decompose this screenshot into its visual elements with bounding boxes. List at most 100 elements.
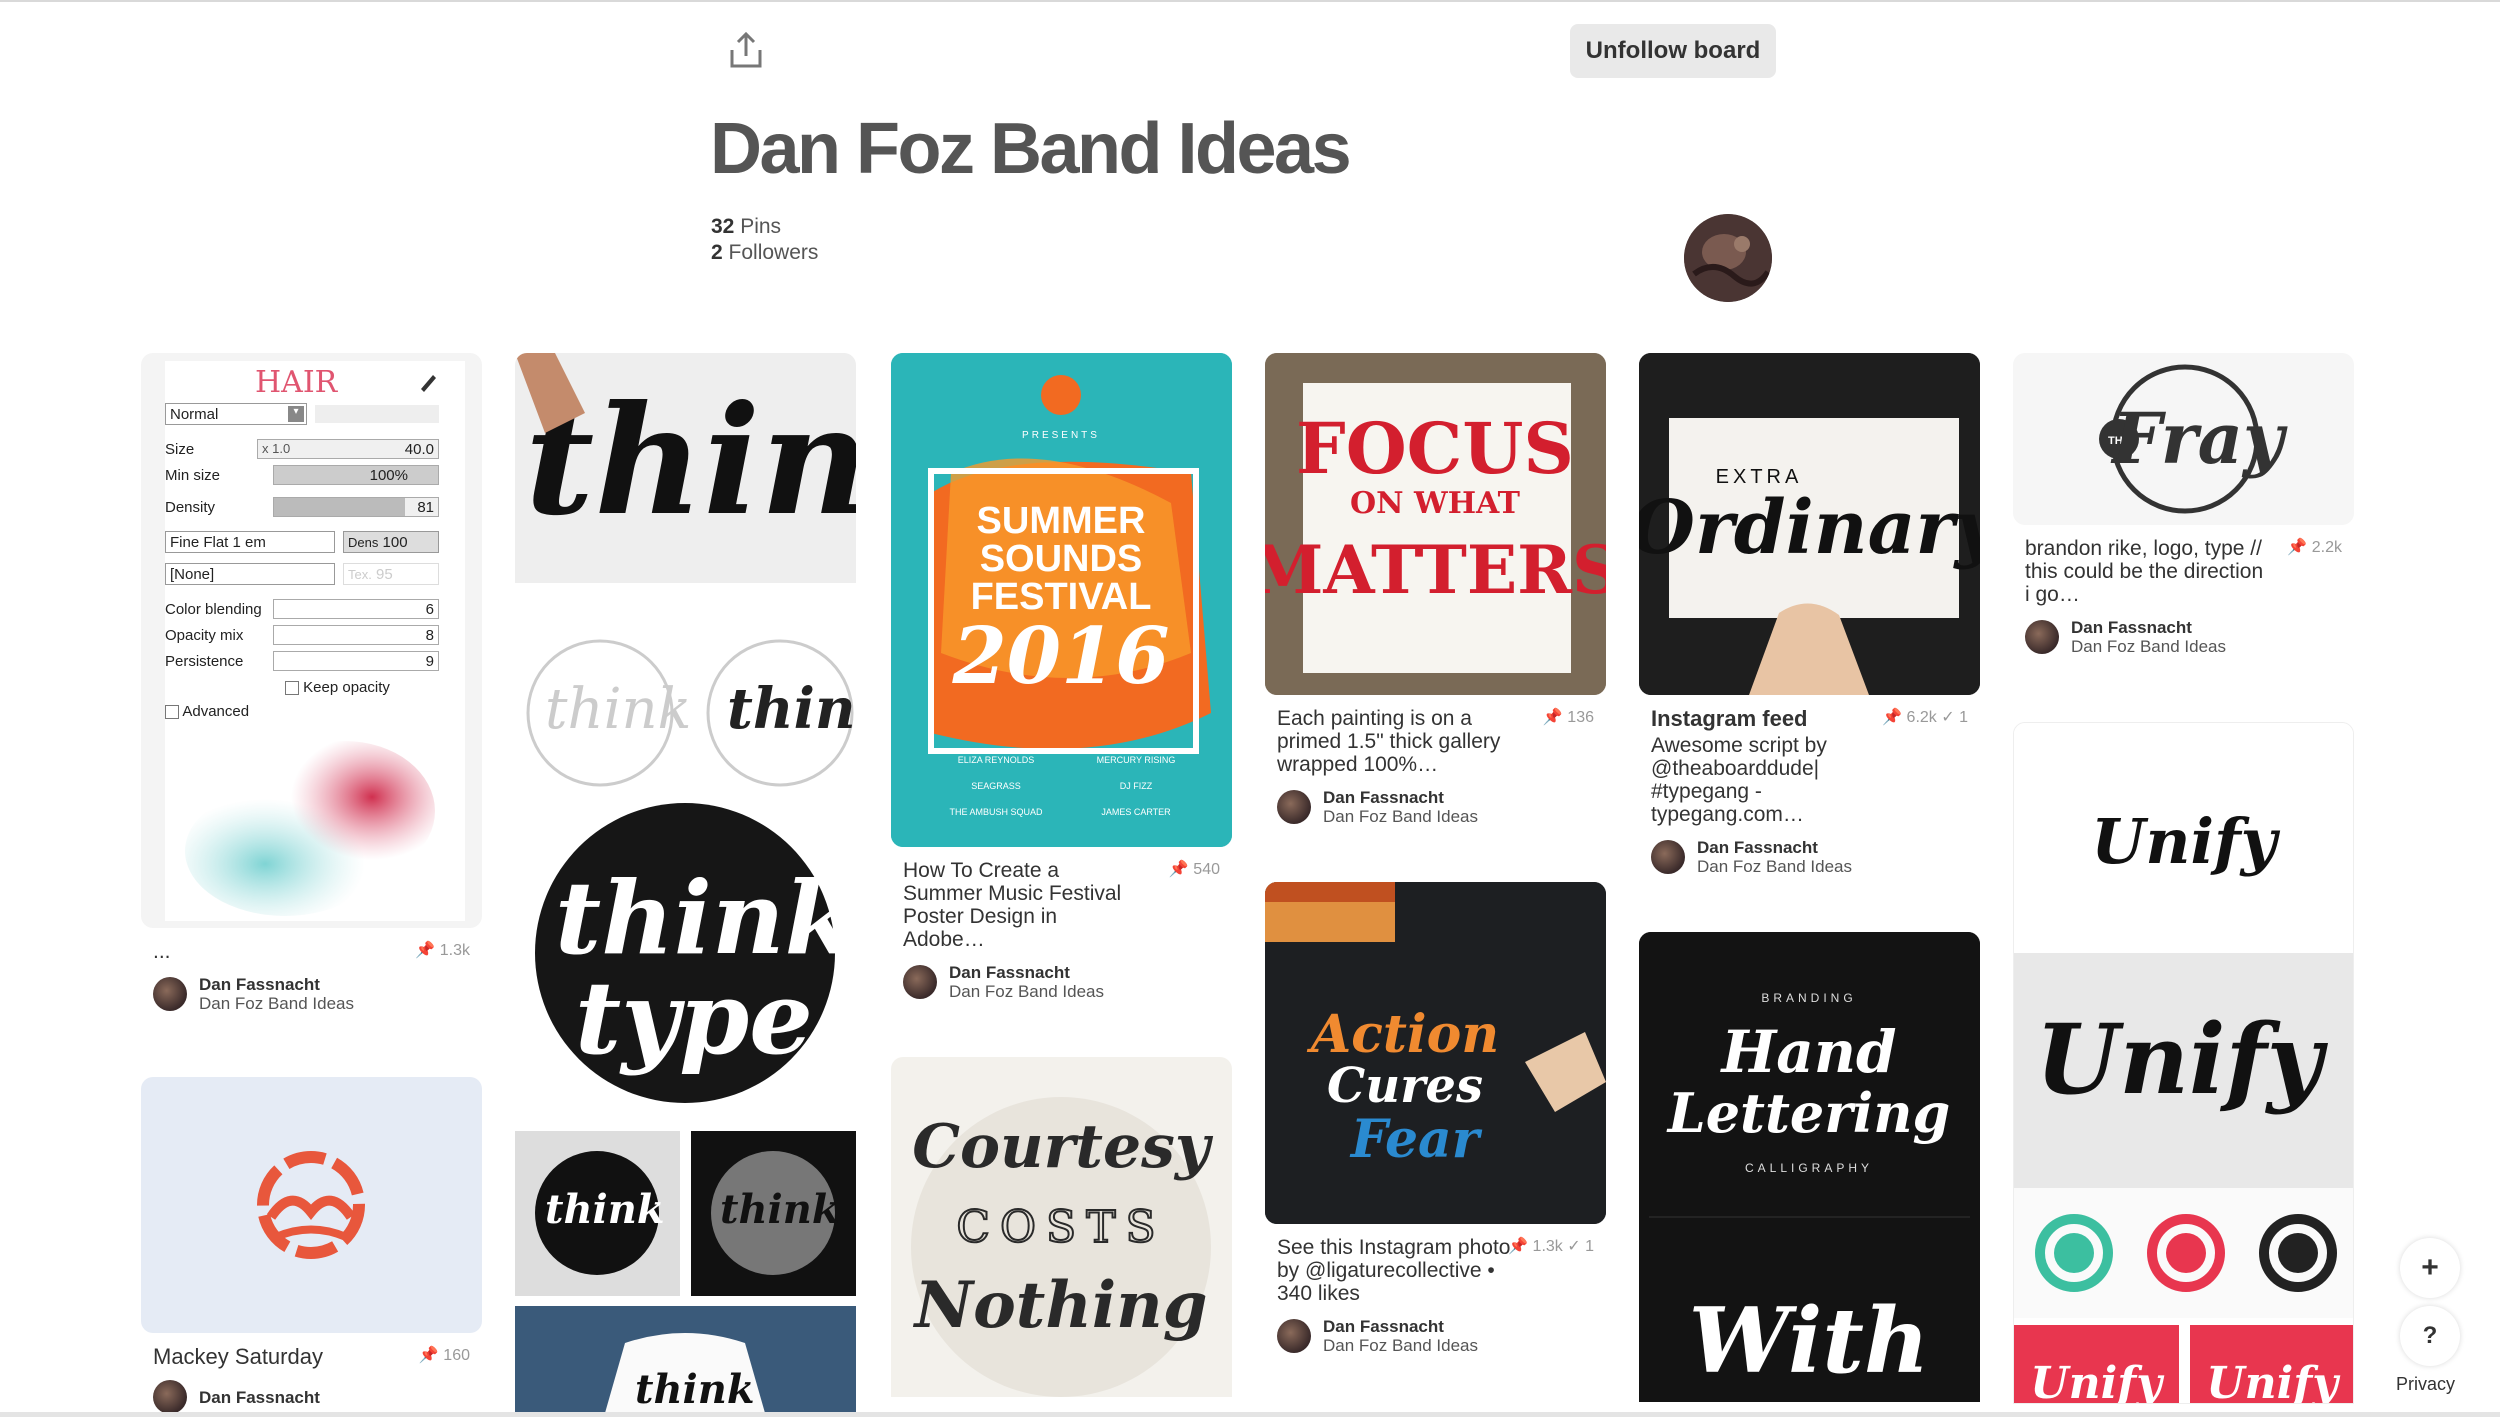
dens-field[interactable]: Dens 100 bbox=[343, 531, 439, 553]
pinner-attribution[interactable]: Dan Fassnacht Dan Foz Band Ideas bbox=[1277, 1305, 1594, 1355]
board-title: Dan Foz Band Ideas bbox=[710, 109, 1352, 189]
pin-image[interactable] bbox=[141, 1077, 482, 1333]
pins-count: 32 bbox=[711, 215, 735, 238]
pin-summer-sounds[interactable]: PRESENTS SUMMER SOUNDS FESTIVAL 2016 ELI… bbox=[891, 353, 1232, 1001]
art-bottom: CALLIGRAPHY bbox=[1745, 1161, 1873, 1175]
pinner-attribution[interactable]: Dan Fassnacht Dan Foz Band Ideas bbox=[1277, 776, 1594, 826]
pin-extra-ordinary[interactable]: EXTRA Ordinary Instagram feed 📌 6.2k ✓ 1… bbox=[1639, 353, 1980, 876]
repin-count: 📌 6.2k ✓ 1 bbox=[1882, 709, 1968, 726]
pin-description[interactable]: ... bbox=[153, 928, 393, 963]
pinner-attribution[interactable]: Dan Fassnacht Dan Foz Band Ideas bbox=[2025, 606, 2342, 656]
pin-image[interactable]: Unify Unify Unify Unify bbox=[2013, 722, 2354, 1404]
board-owner-avatar[interactable] bbox=[1684, 214, 1772, 302]
art-top: BRANDING bbox=[1761, 991, 1856, 1005]
pin-image[interactable]: PRESENTS SUMMER SOUNDS FESTIVAL 2016 ELI… bbox=[891, 353, 1232, 847]
pin-image[interactable]: FOCUS ON WHAT MATTERS bbox=[1265, 353, 1606, 695]
pin-description[interactable]: brandon rike, logo, type // this could b… bbox=[2025, 525, 2265, 606]
pin-image[interactable]: Courtesy COSTS Nothing bbox=[891, 1057, 1232, 1397]
min-size-label: Min size bbox=[165, 467, 221, 484]
art-word-large: Unify bbox=[2035, 1003, 2328, 1116]
pin-action-cures-fear[interactable]: Action Cures Fear See this Instagram pho… bbox=[1265, 882, 1606, 1355]
board-stats: 32 Pins 2 Followers bbox=[711, 214, 818, 266]
color-blending-label: Color blending bbox=[165, 601, 262, 618]
pin-description[interactable]: Each painting is on a primed 1.5" thick … bbox=[1277, 695, 1517, 776]
tex-label: Tex. bbox=[348, 567, 372, 582]
art-line2: Lettering bbox=[1666, 1081, 1951, 1145]
pin-unify[interactable]: Unify Unify Unify Unify bbox=[2013, 722, 2354, 1404]
pin-courtesy[interactable]: Courtesy COSTS Nothing bbox=[891, 1057, 1232, 1397]
poster-line1: SUMMER bbox=[977, 500, 1146, 542]
pinner-attribution[interactable]: Dan Fassnacht Dan Foz Band Ideas bbox=[903, 951, 1220, 1001]
pin-meta: Each painting is on a primed 1.5" thick … bbox=[1265, 695, 1606, 826]
pin-title[interactable]: Instagram feed bbox=[1651, 695, 1891, 730]
blend-mode-value: Normal bbox=[170, 406, 219, 423]
pin-image[interactable]: HAIR Normal ▾ Size x 1.0 40.0 Min size 10… bbox=[141, 353, 482, 928]
texture-select[interactable]: Fine Flat 1 em bbox=[165, 531, 335, 553]
pinner-attribution[interactable]: Dan Fassnacht Dan Foz Band Ideas bbox=[153, 963, 470, 1013]
pin-description[interactable]: See this Instagram photo by @ligaturecol… bbox=[1277, 1224, 1517, 1305]
repin-value: 136 bbox=[1567, 709, 1594, 726]
share-icon[interactable] bbox=[728, 30, 764, 70]
persistence-value: 9 bbox=[425, 653, 434, 670]
pinner-name: Dan Fassnacht bbox=[1697, 838, 1818, 857]
advanced-checkbox[interactable]: Advanced bbox=[165, 703, 249, 720]
pin-the-fray[interactable]: THE Fray brandon rike, logo, type // thi… bbox=[2013, 353, 2354, 656]
size-slider[interactable]: x 1.0 40.0 bbox=[257, 439, 439, 459]
advanced-label: Advanced bbox=[182, 703, 250, 720]
pin-column-4: FOCUS ON WHAT MATTERS Each painting is o… bbox=[1265, 353, 1606, 1355]
repin-count: 📌 1.3k ✓ 1 bbox=[1508, 1238, 1594, 1255]
pins-stat[interactable]: 32 Pins bbox=[711, 214, 818, 240]
density-label: Density bbox=[165, 499, 216, 516]
opacity-mix-slider[interactable]: 8 bbox=[273, 625, 439, 645]
pin-hand-lettering[interactable]: BRANDING Hand Lettering CALLIGRAPHY With bbox=[1639, 932, 1980, 1402]
repin-value: 2.2k bbox=[2311, 539, 2342, 556]
unfollow-board-button[interactable]: Unfollow board bbox=[1570, 24, 1776, 78]
texture-value: Fine Flat 1 em bbox=[170, 534, 266, 551]
density-value: 81 bbox=[417, 499, 434, 516]
pin-image[interactable]: think think think think type think think bbox=[515, 353, 856, 1413]
pinner-attribution[interactable]: Dan Fassnacht bbox=[153, 1368, 470, 1414]
brush-title: HAIR bbox=[255, 365, 338, 400]
privacy-link[interactable]: Privacy bbox=[2396, 1374, 2455, 1395]
pin-hair-brush[interactable]: HAIR Normal ▾ Size x 1.0 40.0 Min size 10… bbox=[141, 353, 482, 1013]
pinner-name: Dan Fassnacht bbox=[199, 975, 320, 994]
keep-opacity-checkbox[interactable]: Keep opacity bbox=[285, 679, 390, 696]
pin-description[interactable]: Awesome script by @theaboarddude| #typeg… bbox=[1651, 730, 1891, 826]
art-line1: Courtesy bbox=[912, 1112, 1214, 1182]
brush-shape-selector[interactable] bbox=[315, 405, 439, 423]
pin-image[interactable]: Action Cures Fear bbox=[1265, 882, 1606, 1224]
pin-description[interactable]: Mackey Saturday bbox=[153, 1333, 393, 1368]
tex-field[interactable]: Tex. 95 bbox=[343, 563, 439, 585]
pin-image[interactable]: EXTRA Ordinary bbox=[1639, 353, 1980, 695]
add-button[interactable]: + bbox=[2400, 1238, 2460, 1298]
art-line2: ON WHAT bbox=[1350, 486, 1521, 521]
type-word-main: type bbox=[575, 959, 813, 1077]
bottom-border bbox=[0, 1412, 2500, 1417]
pin-image[interactable]: BRANDING Hand Lettering CALLIGRAPHY With bbox=[1639, 932, 1980, 1402]
size-label: Size bbox=[165, 441, 195, 458]
art-line3: MATTERS bbox=[1265, 531, 1606, 609]
followers-stat[interactable]: 2 Followers bbox=[711, 240, 818, 266]
action-cures-fear-lettering: Action Cures Fear bbox=[1265, 882, 1606, 1224]
min-size-slider[interactable]: 100% bbox=[273, 465, 439, 485]
none-select[interactable]: [None] bbox=[165, 563, 335, 585]
pinner-attribution[interactable]: Dan Fassnacht Dan Foz Band Ideas bbox=[1651, 826, 1968, 876]
pinner-avatar bbox=[2025, 620, 2059, 654]
repin-count: 📌 2.2k bbox=[2287, 539, 2342, 556]
art-next: With bbox=[1689, 1288, 1930, 1394]
color-blending-slider[interactable]: 6 bbox=[273, 599, 439, 619]
persistence-slider[interactable]: 9 bbox=[273, 651, 439, 671]
pin-description[interactable]: How To Create a Summer Music Festival Po… bbox=[903, 847, 1143, 951]
size-multiplier: x 1.0 bbox=[262, 441, 291, 456]
pin-column-3: PRESENTS SUMMER SOUNDS FESTIVAL 2016 ELI… bbox=[891, 353, 1232, 1397]
pin-image[interactable]: THE Fray bbox=[2013, 353, 2354, 525]
density-slider[interactable]: 81 bbox=[273, 497, 439, 517]
pin-focus-matters[interactable]: FOCUS ON WHAT MATTERS Each painting is o… bbox=[1265, 353, 1606, 826]
pin-column-6: THE Fray brandon rike, logo, type // thi… bbox=[2013, 353, 2354, 1404]
pin-think-type[interactable]: think think think think type think think bbox=[515, 353, 856, 1413]
help-button[interactable]: ? bbox=[2400, 1306, 2460, 1366]
chevron-down-icon: ▾ bbox=[288, 406, 304, 422]
brush-stroke-preview bbox=[175, 731, 445, 921]
pin-mackey-saturday[interactable]: Mackey Saturday 📌 160 Dan Fassnacht bbox=[141, 1077, 482, 1414]
blend-mode-select[interactable]: Normal ▾ bbox=[165, 403, 307, 425]
